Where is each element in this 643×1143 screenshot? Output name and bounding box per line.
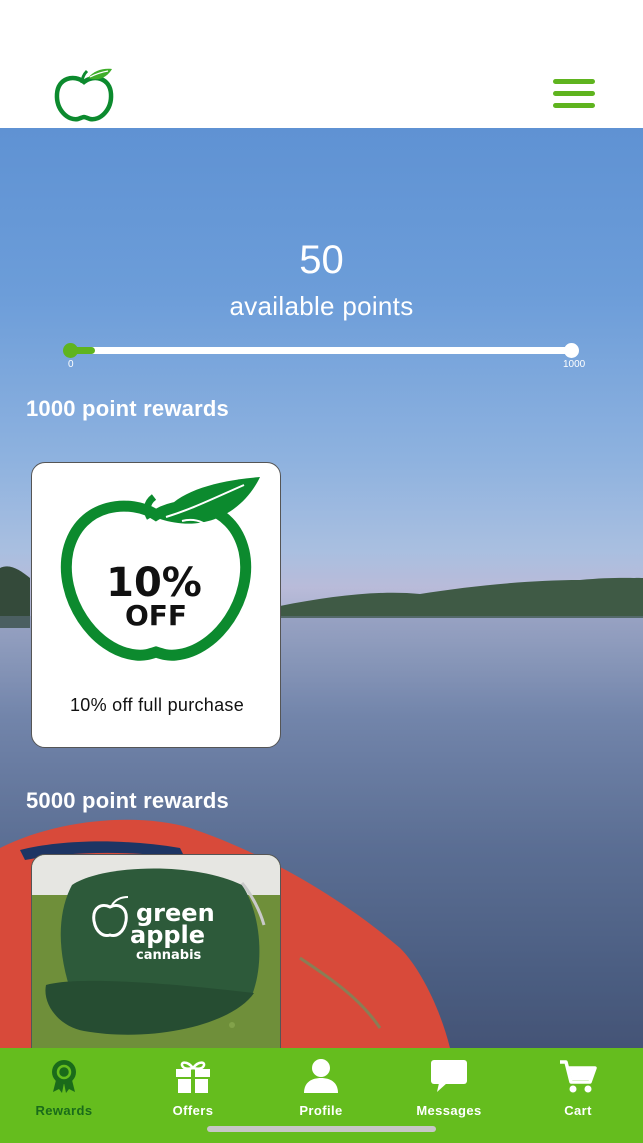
nav-item-offers[interactable]: Offers <box>129 1058 257 1118</box>
nav-item-cart[interactable]: Cart <box>514 1058 642 1118</box>
cap-text-cannabis: cannabis <box>136 948 202 963</box>
bottom-navigation: Rewards Offers Profile Messages Cart <box>0 1048 643 1143</box>
award-ribbon-icon <box>52 1060 76 1093</box>
nav-label-offers: Offers <box>172 1103 214 1118</box>
nav-label-messages: Messages <box>416 1103 482 1118</box>
menu-button[interactable] <box>550 76 598 112</box>
nav-label-profile: Profile <box>299 1103 343 1118</box>
hamburger-line <box>553 91 595 96</box>
cart-icon <box>560 1060 597 1093</box>
points-progress-bar <box>70 347 572 354</box>
progress-min-label: 0 <box>68 359 74 370</box>
top-bar <box>0 0 643 128</box>
chat-bubble-icon <box>431 1060 467 1092</box>
points-value: 50 <box>299 238 344 282</box>
green-apple-cap-image: green apple cannabis <box>32 855 280 1048</box>
card-image-text-off: OFF <box>125 599 187 632</box>
gift-icon <box>176 1061 210 1093</box>
nav-item-profile[interactable]: Profile <box>257 1058 385 1118</box>
nav-item-rewards[interactable]: Rewards <box>0 1058 128 1118</box>
reward-card-green-apple-cap[interactable]: green apple cannabis <box>31 854 281 1048</box>
progress-end-marker <box>564 343 579 358</box>
person-icon <box>304 1059 338 1093</box>
green-apple-logo-icon[interactable] <box>52 66 116 124</box>
nav-label-cart: Cart <box>564 1103 592 1118</box>
progress-start-marker <box>63 343 78 358</box>
home-indicator[interactable] <box>207 1126 436 1132</box>
section-title-5000-rewards: 5000 point rewards <box>26 788 229 813</box>
points-label: available points <box>229 291 414 321</box>
progress-max-label: 1000 <box>563 359 586 370</box>
nav-label-rewards: Rewards <box>35 1103 93 1118</box>
nav-item-messages[interactable]: Messages <box>385 1058 513 1118</box>
ten-percent-off-apple-image: 10% OFF <box>60 477 260 661</box>
reward-card-label: 10% off full purchase <box>69 695 245 715</box>
reward-card-10-off[interactable]: 10% OFF 10% off full purchase <box>31 462 281 748</box>
hamburger-line <box>553 103 595 108</box>
hamburger-line <box>553 79 595 84</box>
cap-text-apple: apple <box>130 921 205 949</box>
rewards-hero: 50 available points 0 1000 1000 point re… <box>0 128 643 1048</box>
section-title-1000-rewards: 1000 point rewards <box>26 396 229 421</box>
